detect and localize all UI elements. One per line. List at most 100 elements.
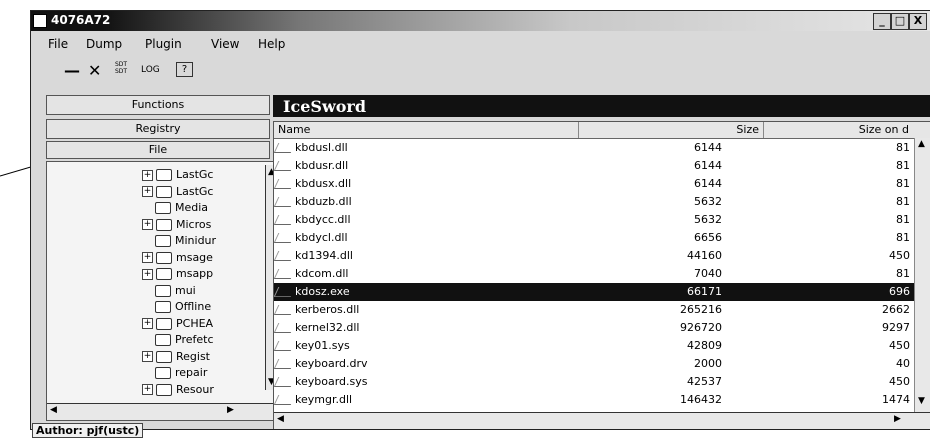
folder-icon bbox=[156, 350, 172, 363]
expand-icon[interactable]: + bbox=[142, 186, 153, 197]
author-label: Author: pjf(ustc) bbox=[32, 423, 144, 438]
file-name: kbdycl.dll bbox=[295, 231, 348, 244]
expand-icon[interactable]: + bbox=[142, 318, 153, 329]
table-row[interactable]: kd1394.dll 44160 450 bbox=[274, 247, 930, 265]
tree-item[interactable]: + PCHEA bbox=[142, 317, 213, 330]
scroll-up-icon[interactable]: ▲ bbox=[918, 139, 925, 149]
column-size-on-disk[interactable]: Size on d bbox=[764, 122, 913, 138]
folder-icon bbox=[156, 383, 172, 396]
app-icon[interactable] bbox=[33, 14, 47, 28]
table-row[interactable]: kbdusx.dll 6144 81 bbox=[274, 175, 930, 193]
table-row[interactable]: key01.sys 42809 450 bbox=[274, 337, 930, 355]
table-row[interactable]: kdcom.dll 7040 81 bbox=[274, 265, 930, 283]
sdt-tool-button[interactable]: SDT SDT bbox=[115, 61, 127, 75]
file-size-on-disk: 40 bbox=[896, 357, 910, 370]
file-name: kbdusx.dll bbox=[295, 177, 352, 190]
file-button[interactable]: File bbox=[46, 141, 270, 159]
file-icon bbox=[274, 233, 296, 243]
registry-button[interactable]: Registry bbox=[46, 119, 270, 139]
table-row[interactable]: kbdusr.dll 6144 81 bbox=[274, 157, 930, 175]
file-icon bbox=[274, 161, 296, 171]
tree-item-label: msapp bbox=[176, 267, 214, 280]
functions-button[interactable]: Functions bbox=[46, 95, 270, 115]
expand-icon[interactable]: + bbox=[142, 252, 153, 263]
folder-icon bbox=[155, 334, 171, 346]
folder-icon bbox=[156, 268, 172, 280]
minus-tool-button[interactable]: — bbox=[64, 61, 80, 80]
file-size-on-disk: 450 bbox=[889, 249, 910, 262]
tree-item-label: msage bbox=[176, 250, 213, 264]
tree-horizontal-scrollbar[interactable]: ◀ ▶ bbox=[47, 403, 284, 420]
table-row[interactable]: kernel32.dll 926720 9297 bbox=[274, 319, 930, 337]
tree-item[interactable]: + msage bbox=[142, 251, 213, 264]
tree-item-label: Resour bbox=[176, 382, 214, 396]
expand-icon[interactable]: + bbox=[142, 351, 153, 362]
menu-help[interactable]: Help bbox=[258, 37, 285, 51]
expand-icon[interactable]: + bbox=[142, 268, 153, 280]
file-name: kerberos.dll bbox=[295, 303, 360, 316]
table-row[interactable]: kbdusl.dll 6144 81 bbox=[274, 139, 930, 157]
table-row[interactable]: kerberos.dll 265216 2662 bbox=[274, 301, 930, 319]
tree-item[interactable]: + LastGc bbox=[142, 185, 214, 198]
menu-file[interactable]: File bbox=[48, 37, 68, 51]
file-size: 7040 bbox=[694, 267, 722, 280]
menu-plugin[interactable]: Plugin bbox=[145, 37, 182, 51]
file-name: keyboard.sys bbox=[295, 375, 368, 388]
tree-item[interactable]: Minidur bbox=[142, 234, 216, 247]
menu-view[interactable]: View bbox=[211, 37, 239, 51]
maximize-button[interactable]: □ bbox=[891, 13, 909, 30]
tree-item-label: Regist bbox=[176, 349, 210, 363]
file-icon bbox=[274, 359, 296, 369]
tree-item[interactable]: + Resour bbox=[142, 383, 214, 396]
scroll-down-icon[interactable]: ▼ bbox=[918, 396, 925, 406]
file-size: 66171 bbox=[687, 285, 722, 298]
scroll-left-icon[interactable]: ◀ bbox=[50, 405, 57, 415]
file-size: 42537 bbox=[687, 375, 722, 388]
folder-icon bbox=[156, 185, 172, 198]
tree-item[interactable]: repair bbox=[142, 366, 207, 379]
expand-icon[interactable]: + bbox=[142, 169, 153, 181]
tree-item[interactable]: Media bbox=[142, 201, 208, 214]
file-size: 44160 bbox=[687, 249, 722, 262]
folder-icon bbox=[156, 169, 172, 181]
file-name-cell: kbdycc.dll bbox=[274, 211, 351, 229]
file-size: 6144 bbox=[694, 177, 722, 190]
folder-icon bbox=[156, 251, 172, 264]
menu-dump[interactable]: Dump bbox=[86, 37, 122, 51]
expand-icon[interactable]: + bbox=[142, 384, 153, 395]
log-tool-button[interactable]: LOG bbox=[141, 65, 160, 75]
help-tool-button[interactable]: ? bbox=[176, 62, 193, 77]
file-icon bbox=[274, 179, 296, 189]
tree-item[interactable]: Prefetc bbox=[142, 333, 214, 346]
close-tool-button[interactable]: ✕ bbox=[88, 61, 101, 80]
table-row[interactable]: kbdycc.dll 5632 81 bbox=[274, 211, 930, 229]
table-row[interactable]: keyboard.drv 2000 40 bbox=[274, 355, 930, 373]
table-row[interactable]: kdosz.exe 66171 696 bbox=[274, 283, 930, 301]
file-list-header: Name Size Size on d bbox=[274, 122, 930, 139]
column-name[interactable]: Name bbox=[274, 122, 579, 138]
tree-item[interactable]: + LastGc bbox=[142, 168, 214, 181]
tree-item[interactable]: + Regist bbox=[142, 350, 210, 363]
table-row[interactable]: kbdycl.dll 6656 81 bbox=[274, 229, 930, 247]
file-list: Name Size Size on d kbdusl.dll 6144 81 kbdu… bbox=[273, 121, 930, 429]
file-list-vertical-scrollbar[interactable]: ▲ ▼ bbox=[914, 138, 930, 412]
table-row[interactable]: keymgr.dll 146432 1474 bbox=[274, 391, 930, 409]
tree-item[interactable]: mui bbox=[142, 284, 196, 297]
file-size: 5632 bbox=[694, 195, 722, 208]
tree-item-label: PCHEA bbox=[176, 316, 214, 330]
column-size[interactable]: Size bbox=[579, 122, 764, 138]
close-button[interactable]: X bbox=[909, 13, 927, 30]
scroll-right-icon[interactable]: ▶ bbox=[227, 405, 234, 415]
table-row[interactable]: keyboard.sys 42537 450 bbox=[274, 373, 930, 391]
table-row[interactable]: kbduzb.dll 5632 81 bbox=[274, 193, 930, 211]
tree-item[interactable]: + Micros bbox=[142, 218, 211, 231]
minimize-button[interactable]: _ bbox=[873, 13, 891, 30]
tree-item[interactable]: Offline bbox=[142, 300, 211, 313]
file-size: 42809 bbox=[687, 339, 722, 352]
folder-tree: + LastGc + LastGc Media + Micros Minidur + msage +… bbox=[46, 161, 285, 421]
toolbar: — ✕ SDT SDT LOG ? bbox=[31, 59, 930, 87]
tree-item[interactable]: + msapp bbox=[142, 267, 213, 280]
title-bar[interactable]: 4076A72 _ □ X bbox=[31, 11, 930, 31]
menu-bar: File Dump Plugin View Help bbox=[31, 33, 930, 55]
expand-icon[interactable]: + bbox=[142, 219, 153, 230]
